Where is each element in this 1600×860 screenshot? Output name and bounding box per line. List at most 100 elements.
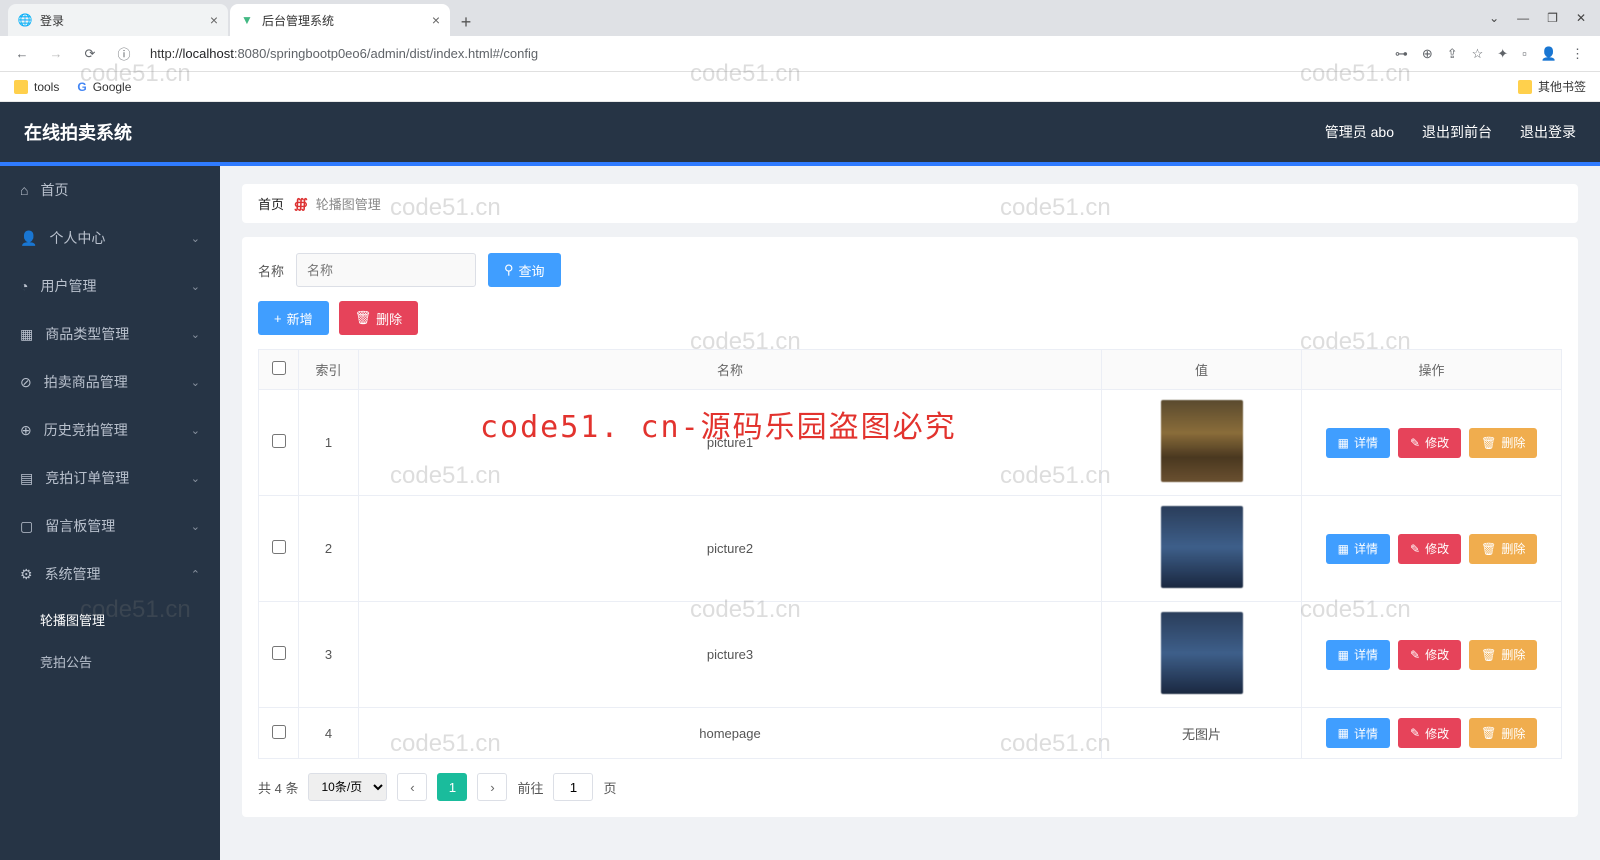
edit-button[interactable]: ✎ 修改 (1398, 718, 1461, 748)
edit-button[interactable]: ✎ 修改 (1398, 428, 1461, 458)
edit-button[interactable]: ✎ 修改 (1398, 534, 1461, 564)
delete-button[interactable]: 🗑删除 (339, 301, 419, 335)
bookmark-tools[interactable]: tools (14, 80, 59, 94)
browser-tab-active[interactable]: ▼ 后台管理系统 × (230, 4, 450, 36)
table-row: 1 picture1 ▦ 详情 ✎ 修改 🗑 删除 (259, 390, 1562, 496)
row-delete-button[interactable]: 🗑 删除 (1469, 640, 1537, 670)
chevron-down-icon[interactable]: ⌄ (1489, 11, 1499, 25)
detail-button[interactable]: ▦ 详情 (1326, 428, 1390, 458)
user-icon: 👤 (20, 230, 37, 247)
chevron-down-icon: ⌄ (191, 472, 200, 485)
crumb-home[interactable]: 首页 (258, 194, 284, 213)
sidebar-item-category[interactable]: ▦商品类型管理⌄ (0, 310, 220, 358)
row-delete-button[interactable]: 🗑 删除 (1469, 428, 1537, 458)
panel-icon[interactable]: ▫ (1522, 46, 1527, 62)
message-icon: ▢ (20, 518, 33, 535)
name-input[interactable] (296, 253, 476, 287)
total-text: 共 4 条 (258, 778, 298, 797)
goto-input[interactable] (553, 773, 593, 801)
row-delete-button[interactable]: 🗑 删除 (1469, 534, 1537, 564)
chevron-down-icon: ⌄ (191, 520, 200, 533)
logout-link[interactable]: 退出登录 (1520, 122, 1576, 142)
sidebar-item-history[interactable]: ⊕历史竞拍管理⌄ (0, 406, 220, 454)
doc-icon: ▦ (1338, 648, 1349, 662)
prev-page-button[interactable]: ‹ (397, 773, 427, 801)
doc-icon: ▦ (1338, 726, 1349, 740)
sidebar-item-product[interactable]: ⊘拍卖商品管理⌄ (0, 358, 220, 406)
reload-button[interactable]: ⟳ (76, 40, 104, 68)
minimize-icon[interactable]: — (1517, 11, 1529, 25)
cell-name: homepage (359, 708, 1102, 759)
window-controls: ⌄ — ❐ ✕ (1475, 11, 1600, 25)
bookmark-other[interactable]: 其他书签 (1518, 78, 1586, 95)
page-1-button[interactable]: 1 (437, 773, 467, 801)
page-size-select[interactable]: 10条/页 (308, 773, 387, 801)
breadcrumb: 首页 ∰ 轮播图管理 (242, 184, 1578, 223)
sidebar-item-profile[interactable]: 👤个人中心⌄ (0, 214, 220, 262)
star-icon[interactable]: ☆ (1472, 46, 1484, 62)
thumbnail-image (1161, 612, 1243, 694)
close-icon[interactable]: × (432, 12, 440, 28)
edit-button[interactable]: ✎ 修改 (1398, 640, 1461, 670)
profile-icon[interactable]: 👤 (1541, 46, 1557, 62)
detail-button[interactable]: ▦ 详情 (1326, 534, 1390, 564)
detail-button[interactable]: ▦ 详情 (1326, 718, 1390, 748)
close-icon[interactable]: × (210, 12, 218, 28)
detail-button[interactable]: ▦ 详情 (1326, 640, 1390, 670)
cell-value (1102, 496, 1302, 602)
trash-icon: 🗑 (1481, 726, 1496, 740)
thumbnail-image (1161, 400, 1243, 482)
sidebar-item-system[interactable]: ⚙系统管理⌃ (0, 550, 220, 598)
key-icon[interactable]: ⊶ (1395, 46, 1408, 62)
row-delete-button[interactable]: 🗑 删除 (1469, 718, 1537, 748)
vue-icon: ▼ (240, 13, 254, 27)
sidebar-sub-notice[interactable]: 竞拍公告 (0, 640, 220, 682)
cell-value (1102, 602, 1302, 708)
cell-index: 4 (299, 708, 359, 759)
new-tab-button[interactable]: + (452, 8, 480, 36)
row-checkbox[interactable] (272, 434, 286, 448)
to-front-link[interactable]: 退出到前台 (1422, 122, 1492, 142)
data-table: 索引 名称 值 操作 1 picture1 ▦ 详情 ✎ 修改 🗑 删除 2 p… (258, 349, 1562, 759)
share-icon[interactable]: ⇪ (1447, 46, 1458, 62)
url-text[interactable]: http://localhost:8080/springbootp0eo6/ad… (144, 46, 1389, 61)
back-button[interactable]: ← (8, 40, 36, 68)
sidebar-item-message[interactable]: ▢留言板管理⌄ (0, 502, 220, 550)
edit-icon: ✎ (1410, 648, 1420, 662)
search-button[interactable]: ⚲查询 (488, 253, 561, 287)
extension-icon[interactable]: ✦ (1497, 46, 1508, 62)
trash-icon: 🗑 (355, 310, 372, 326)
sidebar-item-home[interactable]: ⌂首页 (0, 166, 220, 214)
crumb-sep-icon: ∰ (294, 196, 306, 212)
admin-label[interactable]: 管理员 abo (1325, 122, 1394, 142)
edit-icon: ✎ (1410, 542, 1420, 556)
trash-icon: 🗑 (1481, 648, 1496, 662)
close-window-icon[interactable]: ✕ (1576, 11, 1586, 25)
sidebar-sub-carousel[interactable]: 轮播图管理 (0, 598, 220, 640)
check-icon: ⊘ (20, 374, 32, 391)
thumbnail-image (1161, 506, 1243, 588)
table-row: 3 picture3 ▦ 详情 ✎ 修改 🗑 删除 (259, 602, 1562, 708)
menu-icon[interactable]: ⋮ (1571, 46, 1584, 62)
info-icon[interactable]: ⓘ (110, 40, 138, 68)
sidebar-item-order[interactable]: ▤竞拍订单管理⌄ (0, 454, 220, 502)
row-checkbox[interactable] (272, 646, 286, 660)
row-checkbox[interactable] (272, 725, 286, 739)
chevron-down-icon: ⌄ (191, 424, 200, 437)
clock-icon: ◔ (20, 278, 28, 294)
sidebar: ⌂首页 👤个人中心⌄ ◔用户管理⌄ ▦商品类型管理⌄ ⊘拍卖商品管理⌄ ⊕历史竞… (0, 166, 220, 860)
row-checkbox[interactable] (272, 540, 286, 554)
filter-label: 名称 (258, 261, 284, 280)
chevron-down-icon: ⌄ (191, 328, 200, 341)
maximize-icon[interactable]: ❐ (1547, 11, 1558, 25)
sidebar-item-users[interactable]: ◔用户管理⌄ (0, 262, 220, 310)
zoom-icon[interactable]: ⊕ (1422, 46, 1433, 62)
browser-tab[interactable]: 🌐 登录 × (8, 4, 228, 36)
bookmark-google[interactable]: GGoogle (77, 80, 131, 94)
select-all-checkbox[interactable] (272, 361, 286, 375)
next-page-button[interactable]: › (477, 773, 507, 801)
forward-button[interactable]: → (42, 40, 70, 68)
cell-index: 1 (299, 390, 359, 496)
add-button[interactable]: +新增 (258, 301, 329, 335)
pagination: 共 4 条 10条/页 ‹ 1 › 前往 页 (258, 773, 1562, 801)
